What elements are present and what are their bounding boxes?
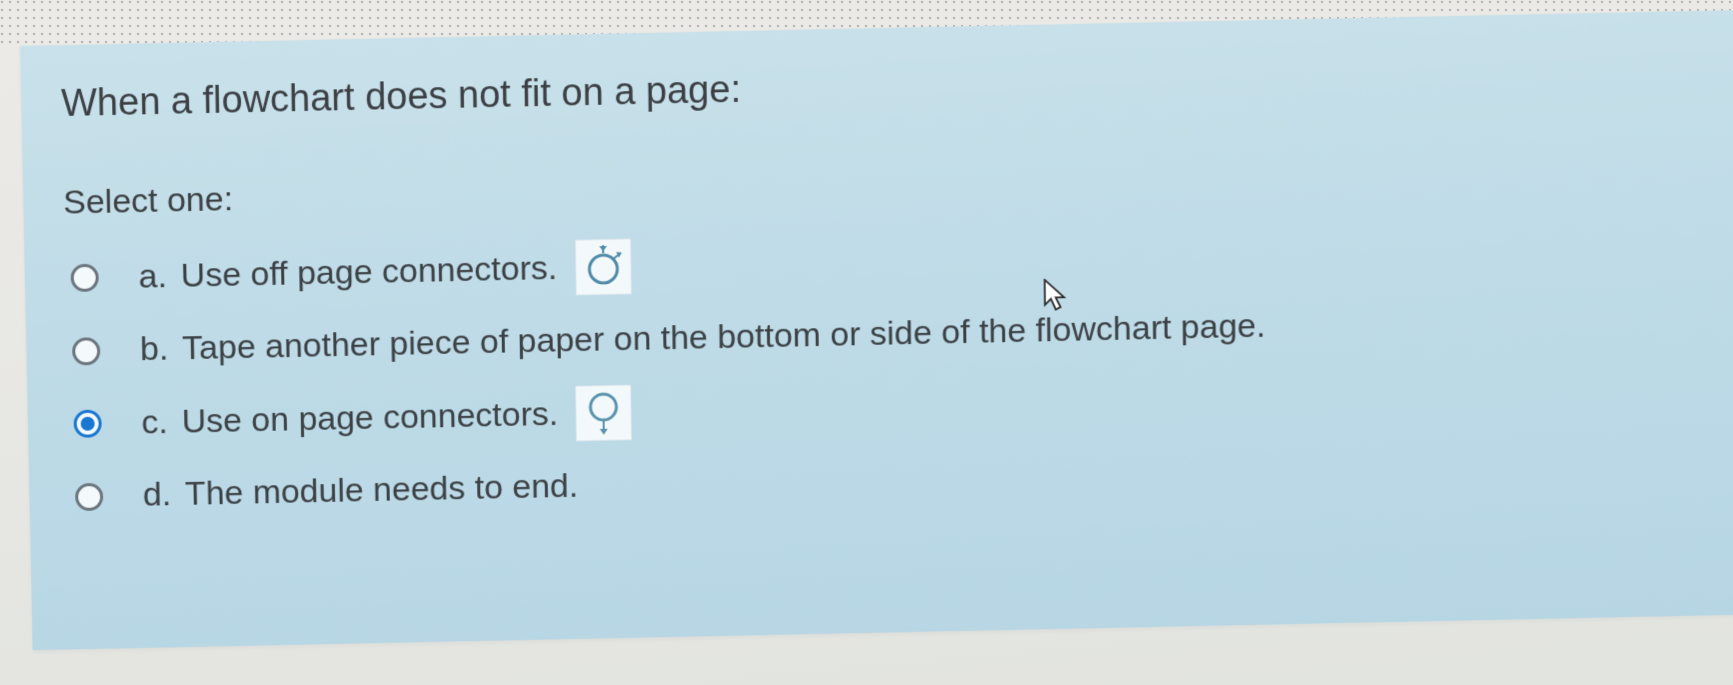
option-a-letter: a. [138, 257, 167, 296]
option-c[interactable]: c. Use on page connectors. [73, 362, 1694, 451]
option-a[interactable]: a. Use off page connectors. [70, 216, 1694, 306]
radio-c[interactable] [73, 410, 101, 438]
question-prompt: When a flowchart does not fit on a page: [61, 49, 1694, 126]
option-d-letter: d. [143, 475, 172, 514]
option-b-label: b. Tape another piece of paper on the bo… [140, 307, 1266, 369]
option-d-label: d. The module needs to end. [143, 467, 579, 515]
on-page-connector-icon [576, 385, 633, 442]
off-page-connector-icon [575, 239, 632, 296]
options-group: a. Use off page connectors. [70, 216, 1694, 516]
option-c-text: Use on page connectors. [181, 395, 558, 441]
radio-b[interactable] [72, 337, 100, 365]
option-c-label: c. Use on page connectors. [141, 385, 632, 451]
option-a-label: a. Use off page connectors. [138, 239, 631, 305]
option-b-text: Tape another piece of paper on the botto… [182, 307, 1266, 368]
question-card: When a flowchart does not fit on a page:… [20, 10, 1733, 650]
option-b-letter: b. [140, 330, 169, 369]
option-d-text: The module needs to end. [185, 467, 579, 514]
radio-a[interactable] [70, 264, 98, 292]
radio-d[interactable] [75, 482, 103, 510]
select-one-label: Select one: [63, 150, 1694, 223]
page-root: When a flowchart does not fit on a page:… [0, 0, 1733, 685]
option-b[interactable]: b. Tape another piece of paper on the bo… [72, 298, 1694, 371]
option-c-letter: c. [141, 403, 168, 442]
option-a-text: Use off page connectors. [180, 249, 557, 296]
option-d[interactable]: d. The module needs to end. [75, 444, 1695, 516]
